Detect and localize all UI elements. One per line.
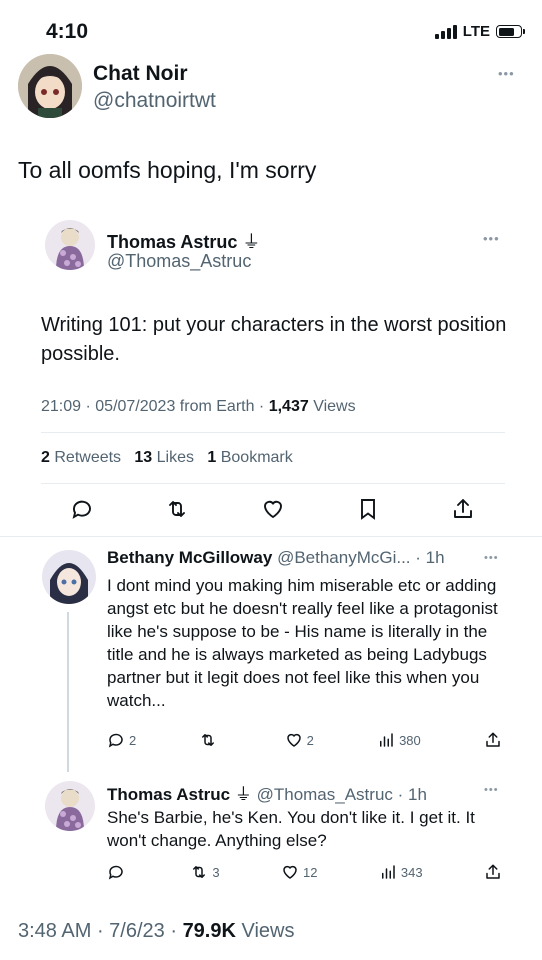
tweet-text: To all oomfs hoping, I'm sorry (18, 157, 317, 183)
battery-icon (496, 25, 525, 38)
reply-icon (108, 865, 123, 880)
retweet-icon (193, 866, 206, 878)
retweets-stat[interactable]: 2 Retweets (41, 449, 121, 466)
avatar-chat-noir[interactable] (18, 54, 82, 118)
more-options-icon[interactable]: ••• (483, 231, 500, 246)
divider (41, 432, 505, 433)
reply-text: I dont mind you making him miserable etc… (107, 576, 498, 710)
retweet-button[interactable]: 3 (190, 863, 220, 881)
reply-actions: 3 12 343 (107, 863, 502, 881)
like-icon (283, 865, 297, 879)
views-icon (380, 733, 393, 747)
quoted-author-handle[interactable]: @Thomas_Astruc (107, 251, 251, 272)
bookmark-icon[interactable] (356, 497, 380, 521)
avatar-thomas-astruc[interactable] (45, 220, 95, 270)
more-options-icon[interactable]: ••• (498, 66, 515, 81)
avatar-thomas-astruc[interactable] (45, 781, 95, 831)
reply-button[interactable]: 2 (107, 731, 136, 749)
retweet-icon (202, 734, 215, 746)
more-options-icon[interactable]: ••• (484, 552, 499, 564)
tweet-actions (70, 497, 475, 521)
affiliate-icon: ⏚ (234, 785, 252, 804)
affiliate-icon: ⏚ (242, 232, 261, 252)
tweet-meta: 21:09 · 05/07/2023 from Earth · 1,437 Vi… (41, 398, 356, 415)
share-button[interactable] (484, 863, 502, 881)
signal-icon (434, 24, 457, 39)
view-count: 79.9K (182, 920, 236, 942)
retweet-icon[interactable] (165, 497, 189, 521)
status-bar: 4:10 LTE (0, 0, 542, 62)
reply-button[interactable] (107, 863, 129, 881)
reply-header[interactable]: Thomas Astruc ⏚ @Thomas_Astruc · 1h (107, 780, 427, 805)
network-type: LTE (462, 23, 490, 40)
like-button[interactable]: 12 (281, 863, 317, 881)
bookmarks-stat[interactable]: 1 Bookmark (207, 449, 292, 466)
share-button[interactable] (484, 731, 502, 749)
reply-icon[interactable] (70, 497, 94, 521)
share-icon (486, 864, 500, 879)
views-button[interactable]: 380 (377, 731, 421, 749)
share-icon (486, 732, 500, 747)
like-button[interactable]: 2 (285, 731, 314, 749)
views-icon (381, 865, 395, 879)
reply-header[interactable]: Bethany McGilloway @BethanyMcGi... · 1h (107, 548, 445, 568)
views-button[interactable]: 343 (379, 863, 423, 881)
like-icon (286, 733, 301, 747)
likes-stat[interactable]: 13 Likes (134, 449, 194, 466)
status-time: 4:10 (46, 20, 89, 43)
author-handle[interactable]: @chatnoirtwt (93, 89, 216, 113)
thread-line (67, 612, 69, 772)
view-count: 1,437 (268, 398, 309, 415)
share-icon[interactable] (451, 497, 475, 521)
reply-text: She's Barbie, he's Ken. You don't like i… (107, 808, 475, 850)
divider (0, 536, 542, 537)
like-icon[interactable] (261, 497, 285, 521)
reply-actions: 2 2 380 (107, 731, 502, 749)
divider (41, 483, 505, 484)
tweet-timestamp: 3:48 AM · 7/6/23 · 79.9K Views (18, 920, 295, 942)
status-indicators: LTE (434, 23, 525, 40)
more-options-icon[interactable]: ••• (484, 784, 499, 796)
quoted-tweet-text: Writing 101: put your characters in the … (41, 314, 507, 365)
avatar-bethany[interactable] (42, 550, 96, 604)
reply-icon (108, 733, 123, 748)
retweet-button[interactable] (199, 731, 221, 749)
author-name[interactable]: Chat Noir (93, 62, 188, 86)
engagement-stats: 2 Retweets 13 Likes 1 Bookmark (41, 449, 293, 467)
